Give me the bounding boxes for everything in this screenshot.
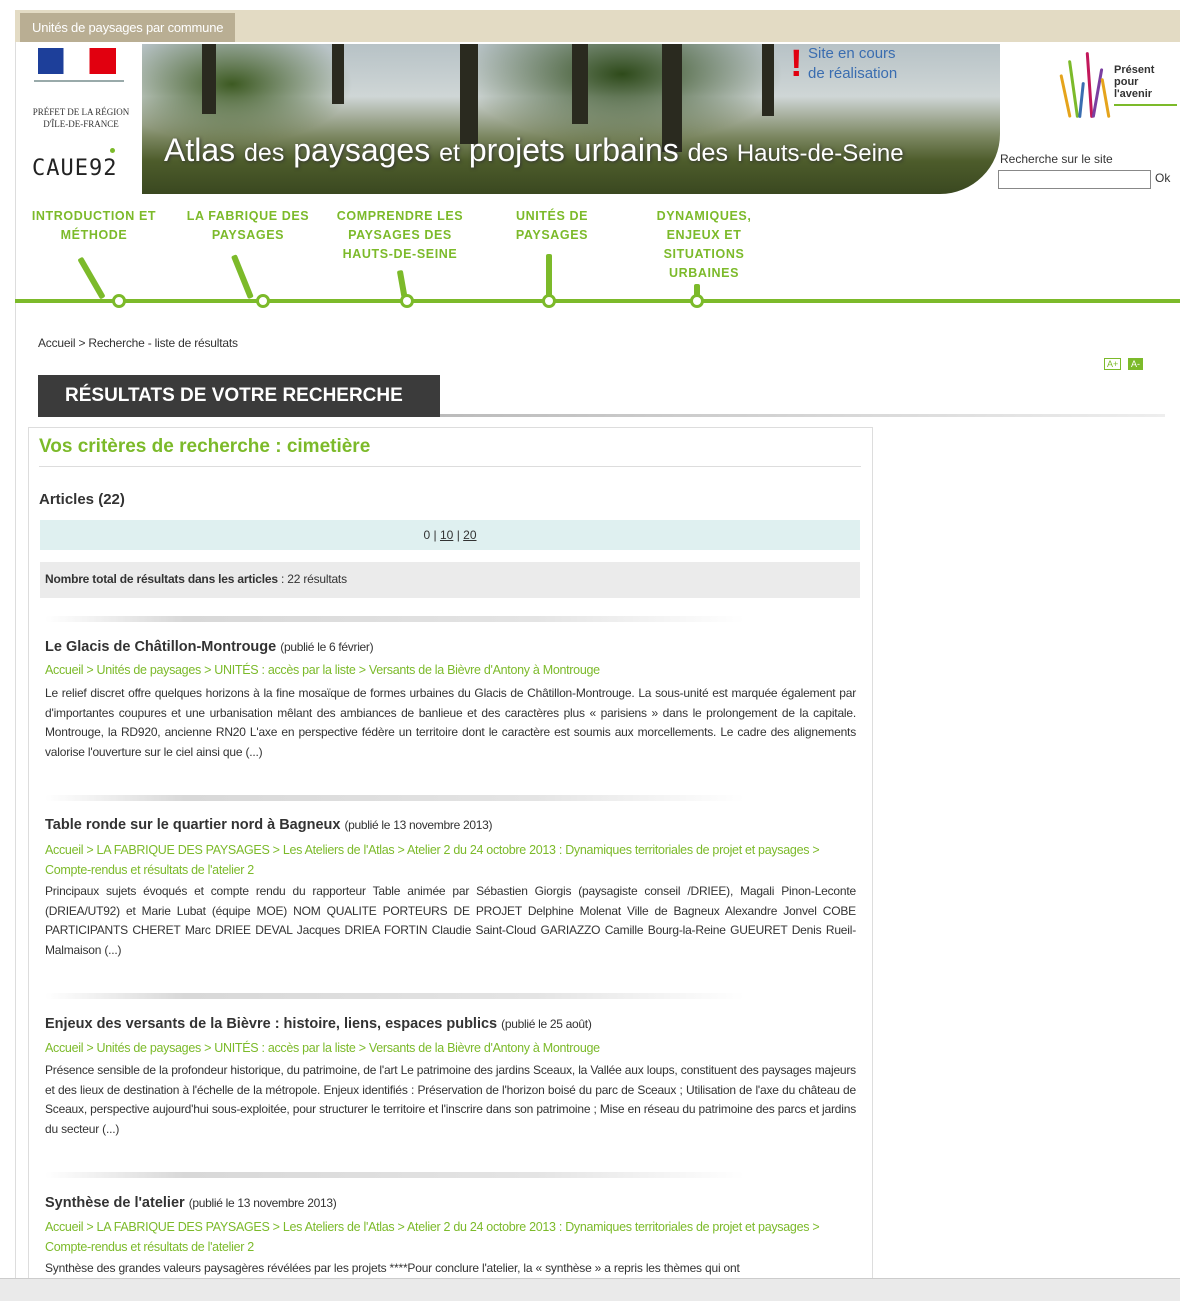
nav-unites-paysages[interactable]: UNITÉS DE PAYSAGES <box>490 207 614 245</box>
result-excerpt: Le relief discret offre quelques horizon… <box>45 686 856 759</box>
nav-rule <box>15 299 1180 303</box>
font-decrease-icon[interactable]: A- <box>1128 358 1144 370</box>
warning-icon: ! <box>790 43 803 85</box>
criteria-divider <box>39 466 861 467</box>
logo-divider <box>34 80 124 82</box>
result-divider <box>45 616 745 622</box>
caue-logo[interactable]: CAUE92 <box>32 156 117 181</box>
logo-block: PRÉFET DE LA RÉGION D'ÎLE-DE-FRANCE CAUE… <box>20 44 142 194</box>
result-title[interactable]: Synthèse de l'atelier (publié le 13 nove… <box>45 1195 337 1211</box>
banner-tree <box>460 44 478 144</box>
search-ok-button[interactable]: Ok <box>1155 171 1170 185</box>
result-title[interactable]: Enjeux des versants de la Bièvre : histo… <box>45 1016 592 1032</box>
nav-node[interactable] <box>112 294 126 308</box>
nav-dynamiques-enjeux[interactable]: DYNAMIQUES, ENJEUX ET SITUATIONS URBAINES <box>636 207 772 283</box>
result-divider <box>45 1172 745 1178</box>
result-divider <box>45 795 745 801</box>
result-path[interactable]: Accueil > LA FABRIQUE DES PAYSAGES > Les… <box>45 1217 855 1257</box>
logo-stroke <box>1091 68 1104 118</box>
banner-tree <box>202 44 216 114</box>
site-title[interactable]: Atlas des paysages et projets urbains de… <box>164 132 904 169</box>
breadcrumb: Accueil > Recherche - liste de résultats <box>38 336 238 350</box>
logo-stroke <box>1100 78 1111 118</box>
logo-stroke <box>1059 74 1072 118</box>
result-path[interactable]: Accueil > Unités de paysages > UNITÉS : … <box>45 1038 855 1058</box>
logo-underline <box>1114 104 1177 106</box>
result-excerpt: Synthèse des grandes valeurs paysagères … <box>45 1261 740 1275</box>
present-pour-avenir-text: Présent pour l'avenir <box>1114 64 1155 100</box>
nav-introduction-methode[interactable]: INTRODUCTION ET MÉTHODE <box>24 207 164 245</box>
results-heading: RÉSULTATS DE VOTRE RECHERCHE <box>38 375 440 417</box>
font-size-controls: A+ A- <box>1100 358 1144 370</box>
result-excerpt: Présence sensible de la profondeur histo… <box>45 1063 856 1136</box>
total-results: Nombre total de résultats dans les artic… <box>40 562 860 598</box>
nav-fabrique-paysages[interactable]: LA FABRIQUE DES PAYSAGES <box>178 207 318 245</box>
marianne-logo <box>38 48 116 74</box>
nav-node[interactable] <box>542 294 556 308</box>
nav-node[interactable] <box>256 294 270 308</box>
search-input[interactable] <box>998 170 1151 189</box>
articles-count: Articles (22) <box>39 491 125 508</box>
font-increase-icon[interactable]: A+ <box>1104 358 1122 370</box>
result-divider <box>45 993 745 999</box>
breadcrumb-home[interactable]: Accueil <box>38 336 75 350</box>
result-path[interactable]: Accueil > LA FABRIQUE DES PAYSAGES > Les… <box>45 840 855 880</box>
search-label: Recherche sur le site <box>1000 152 1113 166</box>
pagination: 0 | 10 | 20 <box>40 520 860 550</box>
page-0: 0 <box>423 528 431 542</box>
nav-node[interactable] <box>400 294 414 308</box>
top-tab-unites-par-commune[interactable]: Unités de paysages par commune <box>20 13 236 42</box>
site-en-cours-notice: Site en cours de réalisation <box>808 45 898 82</box>
breadcrumb-current: Recherche - liste de résultats <box>88 336 238 350</box>
result-path[interactable]: Accueil > Unités de paysages > UNITÉS : … <box>45 660 855 680</box>
banner-tree <box>332 44 344 104</box>
heading-underline <box>440 414 1165 417</box>
page-10-link[interactable]: 10 <box>440 528 453 542</box>
result-title[interactable]: Le Glacis de Châtillon-Montrouge (publié… <box>45 639 374 655</box>
present-pour-avenir-logo[interactable]: Présent pour l'avenir <box>1059 48 1177 119</box>
search-criteria: Vos critères de recherche : cimetière <box>39 436 371 457</box>
browser-bottom-bar <box>0 1278 1180 1301</box>
prefet-label: PRÉFET DE LA RÉGION D'ÎLE-DE-FRANCE <box>32 107 130 129</box>
banner-tree <box>762 44 774 116</box>
logo-stroke <box>1078 81 1085 119</box>
result-title[interactable]: Table ronde sur le quartier nord à Bagne… <box>45 817 492 833</box>
nav-comprendre-paysages[interactable]: COMPRENDRE LES PAYSAGES DES HAUTS-DE-SEINE <box>326 207 474 264</box>
page-20-link[interactable]: 20 <box>463 528 476 542</box>
result-excerpt: Principaux sujets évoqués et compte rend… <box>45 884 856 957</box>
caue-logo-dot <box>110 148 115 153</box>
nav-node[interactable] <box>690 294 704 308</box>
banner-tree <box>572 44 588 124</box>
